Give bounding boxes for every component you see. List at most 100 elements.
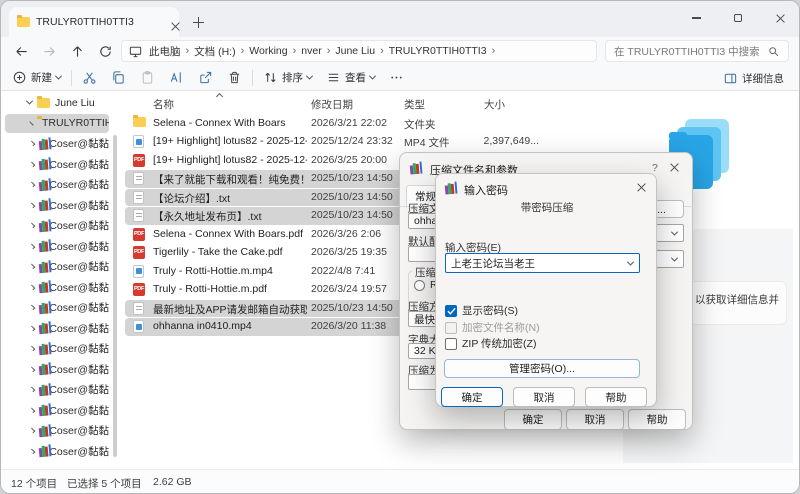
cut-button[interactable]: [75, 66, 104, 90]
file-name: ohhanna in0410.mp4: [153, 320, 307, 332]
column-header-size[interactable]: 大小: [484, 97, 505, 112]
sidebar-item-archive[interactable]: Coser@黏黏: [5, 442, 109, 461]
zip-legacy-checkbox[interactable]: ZIP 传统加密(Z): [445, 336, 536, 351]
help-button[interactable]: 帮助: [585, 387, 647, 407]
rar-archive-icon: [38, 342, 45, 354]
sidebar-scrollbar[interactable]: [113, 135, 117, 457]
file-date: 2025/10/23 14:50: [311, 209, 403, 221]
tab-title: TRULYR0TTIH0TTI3: [36, 16, 165, 28]
breadcrumb-item[interactable]: nver: [297, 45, 325, 57]
winrar-icon: [445, 181, 459, 194]
sidebar-item-archive[interactable]: Coser@黏黏: [5, 216, 109, 235]
sidebar-item-archive[interactable]: Coser@黏黏: [5, 421, 109, 440]
sidebar-item-archive[interactable]: Coser@黏黏: [5, 134, 109, 153]
file-name: Selena - Connex With Boars.pdf: [153, 228, 307, 240]
help-button[interactable]: ?: [652, 162, 658, 174]
column-header-name[interactable]: 名称: [153, 97, 174, 112]
maximize-icon: [734, 14, 742, 22]
column-header-date[interactable]: 修改日期: [311, 97, 353, 112]
file-date: 2026/3/21 22:02: [311, 117, 403, 129]
close-button[interactable]: [759, 1, 800, 35]
maximize-button[interactable]: [717, 1, 759, 35]
sidebar-item-archive[interactable]: Coser@黏黏: [5, 175, 109, 194]
sort-button[interactable]: 排序: [256, 66, 319, 90]
rar-archive-icon: [38, 260, 45, 272]
rar-archive-icon: [38, 199, 45, 211]
sidebar-item-archive[interactable]: Coser@黏黏: [5, 380, 109, 399]
sidebar-item-label: Coser@黏黏: [49, 362, 109, 377]
new-button[interactable]: 新建: [5, 66, 68, 90]
ok-button[interactable]: 确定: [441, 387, 503, 407]
breadcrumb-item[interactable]: Working: [245, 45, 291, 57]
rar-archive-icon: [38, 158, 45, 170]
explorer-tab[interactable]: TRULYR0TTIH0TTI3: [9, 7, 179, 37]
minimize-button[interactable]: [675, 1, 717, 35]
paste-button[interactable]: [133, 66, 162, 90]
sidebar-item-label: Coser@黏黏: [49, 382, 109, 397]
rename-button[interactable]: [162, 66, 191, 90]
chevron-down-icon: [627, 258, 634, 265]
share-button[interactable]: [191, 66, 220, 90]
column-header-type[interactable]: 类型: [404, 97, 425, 112]
password-input[interactable]: 上老王论坛当老王: [445, 253, 640, 273]
cancel-button[interactable]: 取消: [566, 409, 624, 430]
file-name: Tigerlily - Take the Cake.pdf: [153, 246, 307, 258]
copy-button[interactable]: [104, 66, 133, 90]
show-password-checkbox[interactable]: 显示密码(S): [445, 303, 518, 318]
txt-icon: [133, 209, 144, 222]
details-pane-toggle[interactable]: 详细信息: [716, 66, 791, 90]
help-button[interactable]: 帮助: [628, 409, 686, 430]
chevron-right-icon: [30, 428, 35, 433]
sidebar-item-archive[interactable]: Coser@黏黏: [5, 155, 109, 174]
sidebar-item-archive[interactable]: Coser@黏黏: [5, 298, 109, 317]
ok-button[interactable]: 确定: [504, 409, 562, 430]
enter-password-dialog: 输入密码 带密码压缩 输入密码(E) 上老王论坛当老王 显示密码(S) 加密文件…: [435, 173, 657, 407]
search-icon: [767, 45, 780, 58]
new-button-label: 新建: [31, 70, 52, 85]
sidebar-item-june-liu[interactable]: June Liu: [5, 93, 109, 112]
refresh-button[interactable]: [93, 40, 117, 62]
sidebar-item-archive[interactable]: Coser@黏黏: [5, 278, 109, 297]
sidebar-item-archive[interactable]: Coser@黏黏: [5, 237, 109, 256]
toolbar-divider: [252, 70, 253, 86]
sidebar-item-archive[interactable]: Coser@黏黏: [5, 319, 109, 338]
sidebar-item-archive[interactable]: Coser@黏黏: [5, 339, 109, 358]
file-date: 2025/10/23 14:50: [311, 302, 403, 314]
sidebar-item-archive[interactable]: Coser@黏黏: [5, 360, 109, 379]
view-button[interactable]: 查看: [319, 66, 382, 90]
search-placeholder: 在 TRULYR0TTIH0TTI3 中搜索: [614, 44, 767, 59]
sidebar-item-trulyrotti[interactable]: TRULYR0TTIH0TTI3: [5, 114, 109, 133]
new-tab-button[interactable]: [187, 11, 209, 33]
file-size: 2,397,649...: [455, 135, 539, 147]
chevron-right-icon: [30, 161, 35, 166]
file-date: 2026/3/25 20:00: [311, 154, 403, 166]
table-row[interactable]: [19+ Highlight] lotus82 - 2025-12-23 ...…: [125, 133, 557, 151]
sidebar-item-label: Coser@黏黏: [49, 198, 109, 213]
sidebar-item-archive[interactable]: Coser@黏黏: [5, 257, 109, 276]
navigation-pane: June Liu TRULYR0TTIH0TTI3 Coser@黏黏Coser@…: [1, 91, 121, 469]
pdf-icon: [133, 283, 145, 296]
status-bar: 12 个项目 已选择 5 个项目 2.62 GB: [1, 469, 800, 494]
details-toggle-label: 详细信息: [742, 71, 784, 86]
delete-button[interactable]: [220, 66, 249, 90]
rar-archive-icon: [38, 178, 45, 190]
search-box[interactable]: 在 TRULYR0TTIH0TTI3 中搜索: [605, 40, 789, 62]
sidebar-item-archive[interactable]: Coser@黏黏: [5, 401, 109, 420]
breadcrumb-item[interactable]: 此电脑: [145, 44, 185, 59]
address-bar[interactable]: 此电脑›文档 (H:)›Working›nver›June Liu›TRULYR…: [121, 40, 597, 62]
folder-icon: [37, 98, 50, 108]
table-row[interactable]: Selena - Connex With Boars2026/3/21 22:0…: [125, 115, 557, 133]
chevron-down-icon: [671, 228, 678, 235]
breadcrumb-item[interactable]: June Liu: [331, 45, 379, 57]
sidebar-item-archive[interactable]: Coser@黏黏: [5, 196, 109, 215]
breadcrumb-item[interactable]: 文档 (H:): [190, 44, 239, 59]
breadcrumb-item[interactable]: TRULYR0TTIH0TTI3: [385, 45, 491, 57]
checkbox-disabled-icon: [445, 322, 457, 334]
cancel-button[interactable]: 取消: [513, 387, 575, 407]
forward-button[interactable]: [37, 40, 61, 62]
manage-passwords-button[interactable]: 管理密码(O)...: [444, 359, 640, 378]
chevron-right-icon: [30, 346, 35, 351]
more-options-button[interactable]: [382, 66, 411, 90]
back-button[interactable]: [9, 40, 33, 62]
up-button[interactable]: [65, 40, 89, 62]
